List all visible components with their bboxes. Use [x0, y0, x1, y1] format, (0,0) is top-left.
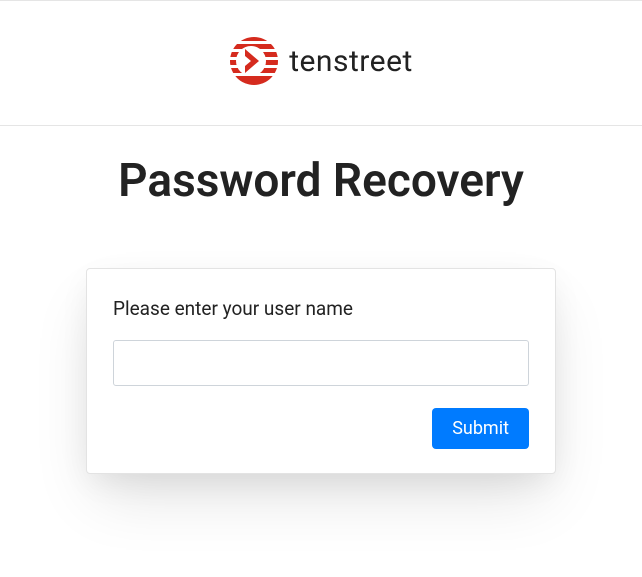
brand-name: tenstreet — [289, 44, 413, 79]
tenstreet-logo-icon — [229, 36, 279, 86]
username-prompt: Please enter your user name — [113, 297, 529, 320]
header: tenstreet — [0, 0, 642, 126]
recovery-form-card: Please enter your user name Submit — [86, 268, 556, 474]
main-content: Password Recovery Please enter your user… — [0, 126, 642, 474]
form-actions: Submit — [113, 408, 529, 449]
username-input[interactable] — [113, 340, 529, 386]
brand-logo: tenstreet — [229, 36, 413, 86]
page-title: Password Recovery — [0, 154, 642, 208]
submit-button[interactable]: Submit — [432, 408, 529, 449]
